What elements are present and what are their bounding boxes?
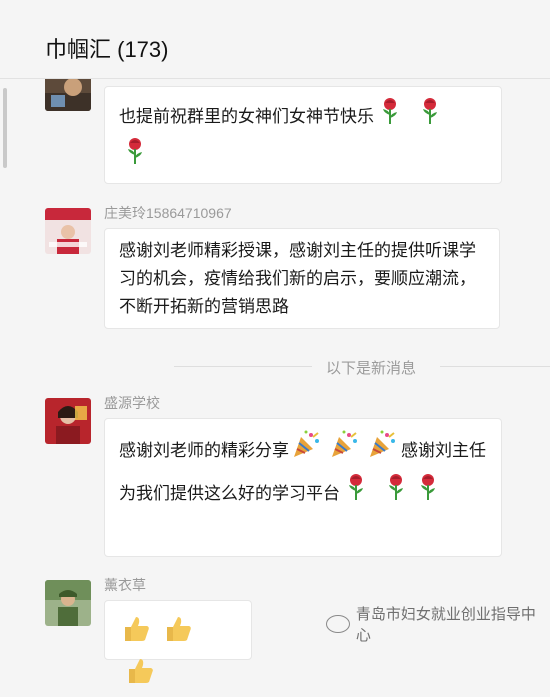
message-bubble[interactable]: 感谢刘老师精彩授课，感谢刘主任的提供听课学习的机会，疫情给我们新的启示，要顺应潮…	[104, 228, 500, 329]
sender-name: 薰衣草	[104, 577, 146, 593]
thumbs-up-icon	[125, 655, 155, 697]
rose-icon	[346, 473, 366, 515]
message-bubble[interactable]: 也提前祝群里的女神们女神节快乐	[104, 86, 502, 184]
message-text: 也提前祝群里的女神们女神节快乐	[119, 107, 374, 127]
message-text: 感谢刘老师精彩授课，感谢刘主任的提供听课学习的机会，疫情给我们新的启示，要顺应潮…	[119, 241, 476, 317]
sender-name: 盛源学校	[104, 395, 160, 411]
rose-icon	[420, 97, 440, 137]
message-text: 感谢刘老师的精彩分享	[119, 441, 289, 461]
message-bubble[interactable]	[104, 600, 252, 683]
party-popper-icon	[367, 429, 397, 473]
chat-title[interactable]: 巾帼汇 (173)	[45, 32, 168, 64]
rose-icon	[125, 137, 145, 175]
rose-icon	[380, 97, 400, 137]
watermark: 青岛市妇女就业创业指导中心	[326, 603, 550, 645]
avatar[interactable]	[45, 208, 91, 254]
avatar[interactable]	[45, 580, 91, 626]
thumbs-up-icon	[121, 613, 151, 655]
avatar[interactable]	[45, 398, 91, 444]
message-bubble[interactable]: 感谢刘老师的精彩分享 感谢刘主任为我们提供这么好的学习平台	[104, 418, 502, 557]
party-popper-icon	[329, 429, 359, 473]
divider-line-left	[174, 366, 312, 367]
party-popper-icon	[291, 429, 321, 473]
scrollbar[interactable]	[3, 88, 7, 168]
rose-icon	[386, 473, 406, 515]
watermark-text: 青岛市妇女就业创业指导中心	[355, 605, 536, 644]
wechat-logo-icon	[326, 615, 350, 633]
sender-name: 庄美玲15864710967	[104, 205, 232, 221]
rose-icon	[418, 473, 438, 515]
new-messages-divider: 以下是新消息	[326, 359, 417, 377]
chat-header: 巾帼汇 (173)	[0, 0, 550, 79]
divider-line-right	[440, 366, 550, 367]
thumbs-up-icon	[163, 613, 193, 655]
